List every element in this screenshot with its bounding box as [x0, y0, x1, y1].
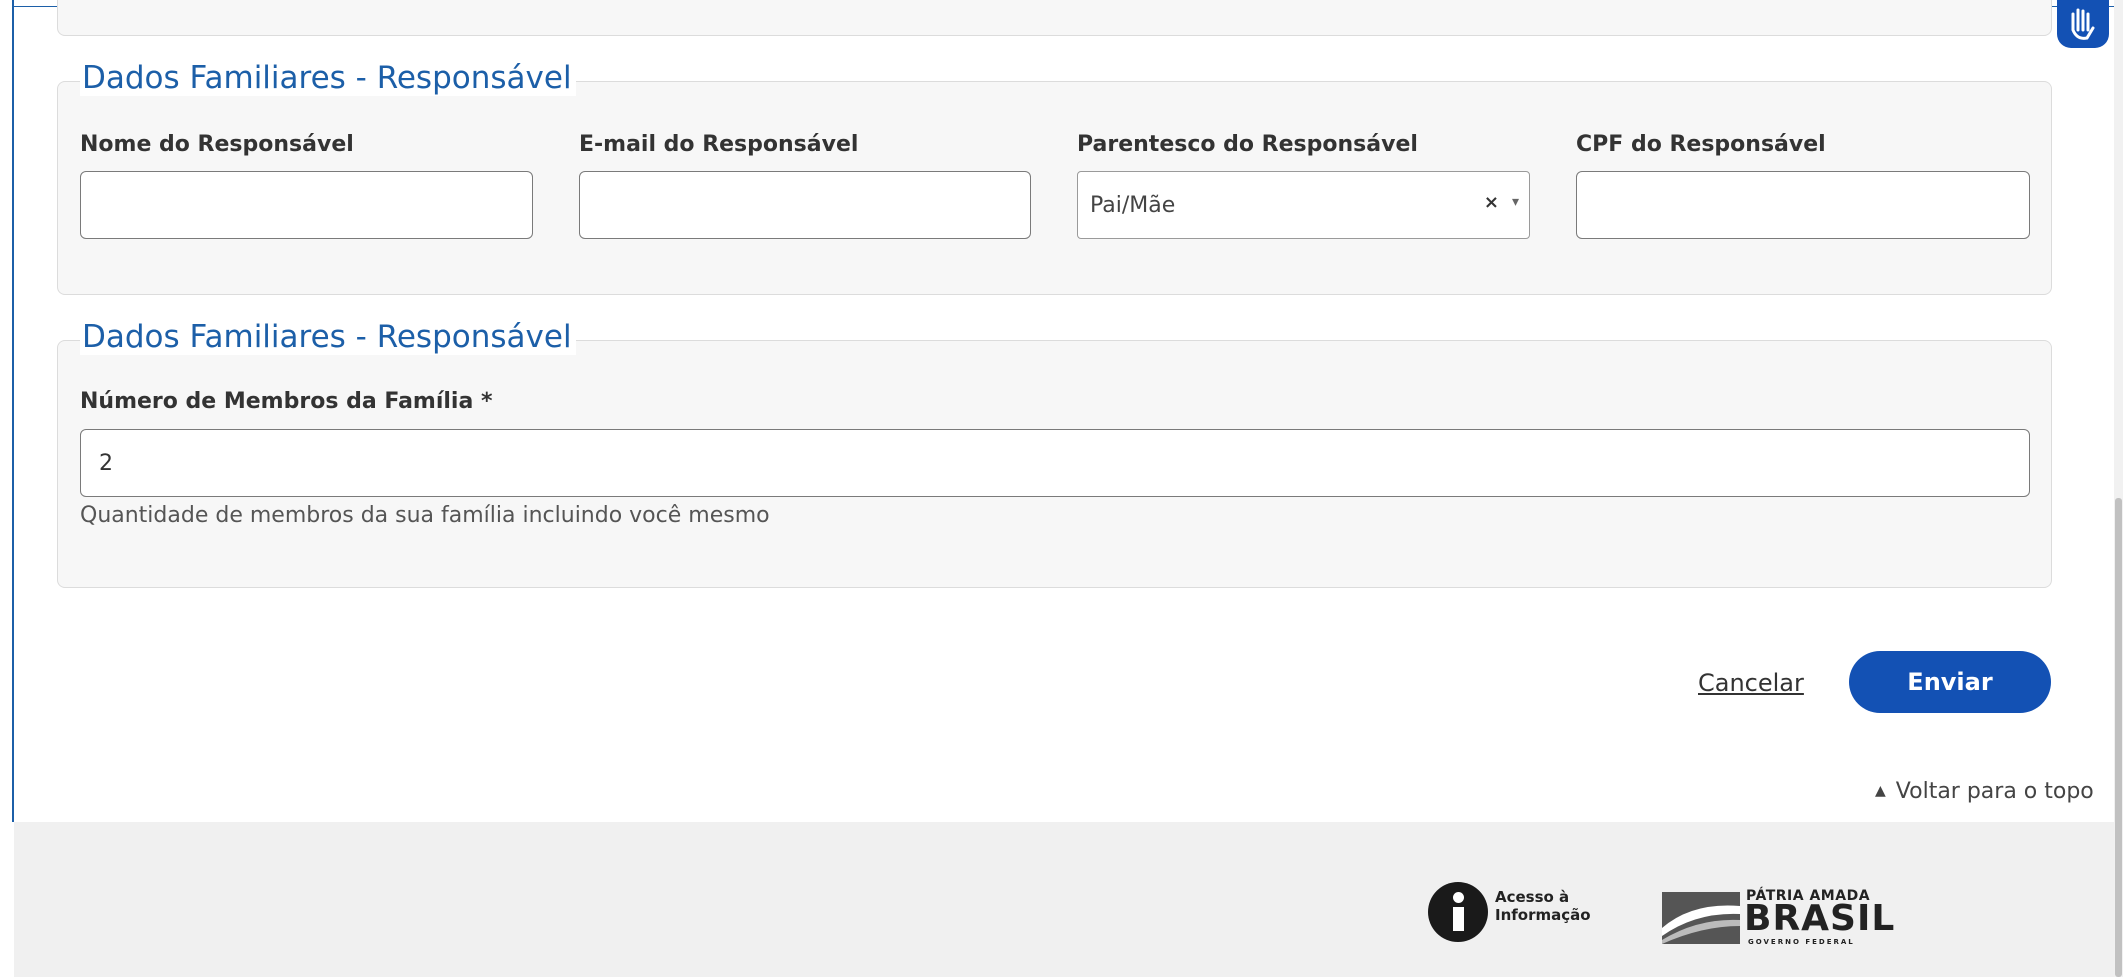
- acesso-informacao-icon: [1428, 882, 1488, 942]
- caret-up-icon: ▲: [1875, 783, 1886, 799]
- parentesco-select[interactable]: Pai/Mãe × ▾: [1077, 171, 1530, 239]
- frame-left-border: [12, 0, 14, 822]
- back-to-top-label: Voltar para o topo: [1895, 779, 2094, 804]
- fieldset-dados-responsavel: Dados Familiares - Responsável Nome do R…: [57, 60, 2052, 295]
- membros-familia-input[interactable]: [80, 429, 2030, 497]
- nome-responsavel-input[interactable]: [80, 171, 533, 239]
- back-to-top-link[interactable]: ▲ Voltar para o topo: [1875, 779, 2094, 804]
- email-responsavel-label: E-mail do Responsável: [579, 132, 859, 157]
- previous-section-panel: [57, 0, 2052, 36]
- fieldset-legend: Dados Familiares - Responsável: [80, 60, 576, 96]
- acesso-informacao-text: Acesso à Informação: [1495, 888, 1591, 924]
- submit-button[interactable]: Enviar: [1849, 651, 2051, 713]
- brasil-flag-icon: [1662, 892, 1740, 944]
- brasil-big-text: BRASIL: [1744, 898, 1896, 939]
- cpf-responsavel-label: CPF do Responsável: [1576, 132, 1826, 157]
- acesso-informacao-link[interactable]: Acesso à Informação: [1428, 882, 1591, 946]
- email-responsavel-input[interactable]: [579, 171, 1031, 239]
- vlibras-hand-icon[interactable]: [2057, 0, 2109, 48]
- clear-icon[interactable]: ×: [1484, 192, 1499, 213]
- scrollbar-thumb[interactable]: [2115, 498, 2122, 977]
- fieldset-legend: Dados Familiares - Responsável: [80, 319, 576, 355]
- membros-familia-help: Quantidade de membros da sua família inc…: [80, 503, 770, 528]
- cancel-button[interactable]: Cancelar: [1698, 669, 1804, 697]
- brasil-sub-text: GOVERNO FEDERAL: [1748, 938, 1855, 946]
- acesso-line1: Acesso à: [1495, 888, 1570, 906]
- acesso-line2: Informação: [1495, 906, 1591, 924]
- scrollbar-track[interactable]: [2114, 0, 2123, 977]
- cpf-responsavel-input[interactable]: [1576, 171, 2030, 239]
- fieldset-membros-familia: Dados Familiares - Responsável Número de…: [57, 319, 2052, 588]
- parentesco-selected-value: Pai/Mãe: [1090, 193, 1176, 218]
- patria-amada-brasil-logo[interactable]: PÁTRIA AMADA BRASIL GOVERNO FEDERAL: [1662, 888, 1894, 946]
- membros-familia-label: Número de Membros da Família *: [80, 389, 493, 414]
- parentesco-responsavel-label: Parentesco do Responsável: [1077, 132, 1418, 157]
- nome-responsavel-label: Nome do Responsável: [80, 132, 354, 157]
- chevron-down-icon[interactable]: ▾: [1512, 194, 1519, 210]
